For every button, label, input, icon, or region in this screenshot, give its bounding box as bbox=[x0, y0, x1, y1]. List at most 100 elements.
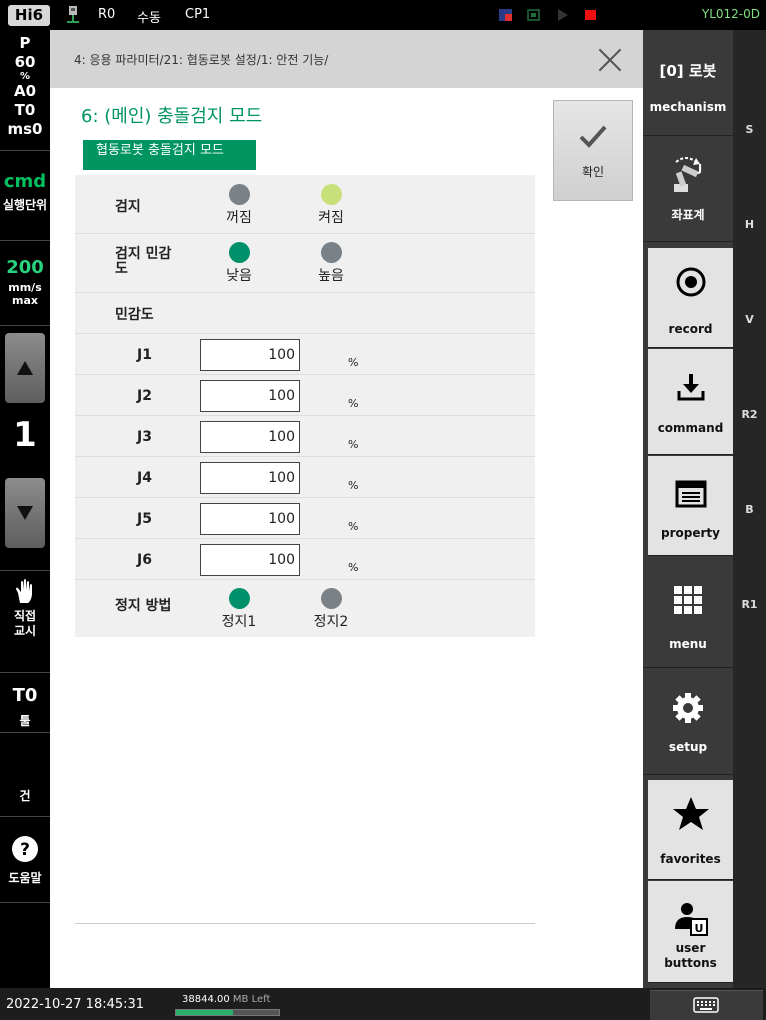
direct-teach-label: 직접 교시 bbox=[13, 609, 37, 638]
sensitivity-high-radio[interactable]: 높음 bbox=[301, 242, 361, 285]
sensitivity-level-label: 검지 민감 도 bbox=[115, 246, 172, 277]
robot-label: [0] 로봇 bbox=[659, 62, 717, 80]
joint-j2-input[interactable]: 100 bbox=[200, 380, 300, 412]
program-indicator: CP1 bbox=[185, 7, 211, 22]
right-nav: [0] 로봇 mechanism J 좌표계 record command pr… bbox=[643, 30, 733, 988]
gun-label: 건 bbox=[19, 789, 31, 803]
nav-command-label: command bbox=[657, 421, 724, 435]
main-content: 4: 응용 파라미터/21: 협동로봇 설정/1: 안전 기능/ 6: (메인)… bbox=[50, 30, 643, 988]
tool-value: T0 bbox=[12, 685, 38, 706]
nav-user-buttons[interactable]: U user buttons bbox=[648, 881, 733, 983]
unit-label: % bbox=[348, 561, 359, 574]
unit-label: % bbox=[348, 438, 359, 451]
left-status-panel: P 60 % A0 T0 ms0 cmd 실행단위 200 mm/s max 1… bbox=[0, 30, 50, 988]
detection-on-label: 켜짐 bbox=[318, 210, 344, 226]
radio-dot bbox=[228, 242, 250, 263]
window-icon bbox=[675, 480, 706, 508]
nav-property-label: property bbox=[661, 526, 720, 540]
gear-icon bbox=[673, 693, 703, 723]
svg-text:J: J bbox=[697, 162, 702, 175]
radio-dot bbox=[228, 184, 250, 205]
joint-j4-input[interactable]: 100 bbox=[200, 462, 300, 494]
nav-favorites[interactable]: favorites bbox=[648, 780, 733, 880]
hand-icon bbox=[16, 579, 32, 603]
gun-button[interactable]: 건 bbox=[0, 733, 50, 817]
stop-indicator-icon bbox=[527, 9, 540, 21]
nav-coordinate[interactable]: J 좌표계 bbox=[643, 136, 733, 242]
joint-label: J1 bbox=[137, 347, 152, 363]
joint-row-j1: J1 100 % bbox=[75, 334, 535, 375]
joint-label: J2 bbox=[137, 388, 152, 404]
speed-mode: max bbox=[12, 294, 38, 307]
close-button[interactable] bbox=[597, 45, 623, 73]
detection-off-radio[interactable]: 꺼짐 bbox=[209, 184, 269, 227]
radio-dot bbox=[228, 588, 250, 609]
confirm-button[interactable]: 확인 bbox=[553, 100, 633, 201]
error-indicator-icon bbox=[499, 9, 512, 21]
checkmark-icon bbox=[579, 125, 607, 148]
svg-text:?: ? bbox=[20, 840, 30, 860]
keyboard-button[interactable] bbox=[650, 990, 763, 1020]
cmd-button[interactable]: cmd 실행단위 bbox=[0, 151, 50, 241]
sensitivity-level-row: 검지 민감 도 낮음 높음 bbox=[75, 234, 535, 293]
nav-command[interactable]: command bbox=[648, 349, 733, 455]
joint-label: J6 bbox=[137, 552, 152, 568]
stop1-label: 정지1 bbox=[221, 614, 257, 630]
detection-on-radio[interactable]: 켜짐 bbox=[301, 184, 361, 227]
joint-label: J4 bbox=[137, 470, 152, 486]
nav-menu-label: menu bbox=[669, 637, 707, 651]
nav-menu[interactable]: menu bbox=[643, 561, 733, 668]
step-up-button[interactable] bbox=[5, 333, 45, 403]
axis-label: R1 bbox=[741, 598, 758, 611]
joint-j3-input[interactable]: 100 bbox=[200, 421, 300, 453]
page-title: 6: (메인) 충돌검지 모드 bbox=[81, 106, 263, 127]
top-status-bar: Hi6 R0 수동 CP1 YL012-0D bbox=[0, 0, 766, 30]
nav-setup[interactable]: setup bbox=[643, 668, 733, 775]
usb-icon bbox=[67, 6, 79, 23]
section-tag: 협동로봇 충돌검지 모드 bbox=[83, 140, 256, 170]
stop2-radio[interactable]: 정지2 bbox=[301, 588, 361, 631]
memory-bar bbox=[175, 1009, 280, 1016]
breadcrumb-bar: 4: 응용 파라미터/21: 협동로봇 설정/1: 안전 기능/ bbox=[50, 30, 643, 88]
joint-row-j6: J6 100 % bbox=[75, 539, 535, 580]
confirm-label: 확인 bbox=[581, 165, 605, 179]
play-indicator-icon bbox=[558, 9, 568, 21]
tool-button[interactable]: T0 툴 bbox=[0, 673, 50, 733]
nav-mechanism[interactable]: [0] 로봇 mechanism bbox=[643, 30, 733, 136]
step-down-button[interactable] bbox=[5, 478, 45, 548]
joint-j6-input[interactable]: 100 bbox=[200, 544, 300, 576]
settings-form: 검지 꺼짐 켜짐 검지 민감 도 낮음 높음 민감도 J1 100 % J2 1… bbox=[75, 175, 535, 637]
divider bbox=[75, 923, 535, 924]
joint-j5-input[interactable]: 100 bbox=[200, 503, 300, 535]
sensitivity-low-label: 낮음 bbox=[226, 268, 252, 284]
hi6-logo: Hi6 bbox=[8, 5, 50, 26]
help-icon: ? bbox=[12, 836, 38, 862]
axis-label: H bbox=[744, 218, 755, 231]
system-name: YL012-0D bbox=[701, 7, 760, 21]
sensitivity-high-label: 높음 bbox=[318, 268, 344, 284]
help-button[interactable]: ? 도움말 bbox=[0, 817, 50, 903]
speed-button[interactable]: 200 mm/s max bbox=[0, 241, 50, 326]
nav-record-label: record bbox=[668, 322, 713, 336]
status-a0: A0 bbox=[13, 82, 37, 100]
stop-method-label: 정지 방법 bbox=[115, 598, 172, 614]
unit-label: % bbox=[348, 397, 359, 410]
star-icon bbox=[672, 797, 709, 830]
axis-label: V bbox=[745, 313, 754, 326]
nav-record[interactable]: record bbox=[648, 248, 733, 348]
nav-property[interactable]: property bbox=[648, 456, 733, 556]
direct-teach-button[interactable]: 직접 교시 bbox=[0, 570, 50, 673]
radio-dot bbox=[320, 588, 342, 609]
robot-indicator: R0 bbox=[98, 7, 116, 22]
joint-j1-input[interactable]: 100 bbox=[200, 339, 300, 371]
joint-row-j3: J3 100 % bbox=[75, 416, 535, 457]
sensitivity-low-radio[interactable]: 낮음 bbox=[209, 242, 269, 285]
memory-suffix: MB Left bbox=[232, 994, 271, 1005]
triangle-down-icon bbox=[17, 506, 33, 520]
sensitivity-label: 민감도 bbox=[115, 307, 154, 323]
radio-dot bbox=[320, 184, 342, 205]
stop1-radio[interactable]: 정지1 bbox=[209, 588, 269, 631]
tool-label: 툴 bbox=[19, 714, 31, 728]
joint-label: J5 bbox=[137, 511, 152, 527]
speed-value: 200 bbox=[6, 257, 44, 278]
